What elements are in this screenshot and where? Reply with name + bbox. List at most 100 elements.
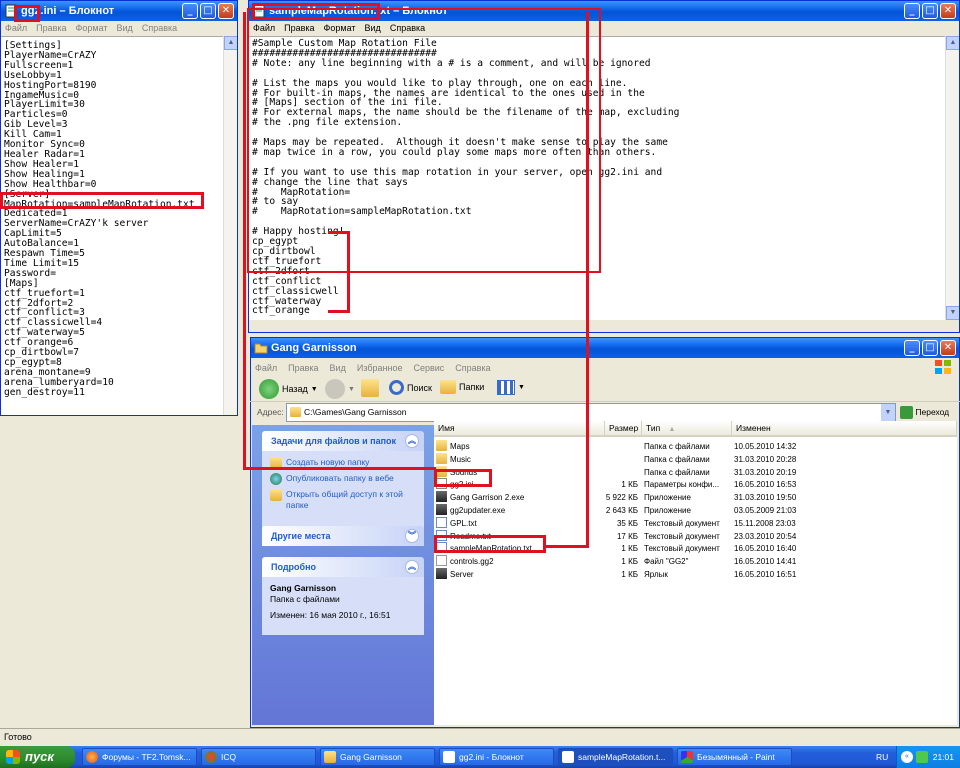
column-size[interactable]: Размер	[605, 421, 642, 437]
tray-network-icon[interactable]	[916, 751, 928, 763]
notepad-gg2-text-area[interactable]: [Settings] PlayerName=CrAZY Fullscreen=1 Us…	[1, 36, 223, 415]
views-button[interactable]: ▼	[497, 380, 525, 395]
file-row[interactable]: Maps Папка с файлами 10.05.2010 14:32	[434, 440, 957, 453]
explorer-titlebar[interactable]: Gang Garnisson _ □ ✕	[251, 338, 959, 358]
file-date: 16.05.2010 14:41	[734, 557, 797, 567]
menu-tools[interactable]: Сервис	[413, 360, 444, 376]
search-button[interactable]: Поиск	[389, 380, 432, 395]
file-name: gg2updater.exe	[450, 506, 506, 515]
menu-file[interactable]: Файл	[253, 21, 275, 35]
task-publish-web[interactable]: Опубликовать папку в вебе	[270, 473, 416, 485]
notepad-gg2-titlebar[interactable]: gg2.ini – Блокнот _ □ ✕	[1, 1, 237, 21]
expand-chevron-icon[interactable]: ︾	[405, 529, 419, 543]
close-button[interactable]: ✕	[940, 3, 956, 19]
file-list[interactable]: Имя Размер Тип ▲ Изменен Maps Папка с фай…	[434, 421, 957, 725]
menu-help[interactable]: Справка	[390, 21, 425, 35]
menu-favorites[interactable]: Избранное	[357, 360, 403, 376]
details-panel-header[interactable]: Подробно ︽	[262, 557, 424, 577]
folder-icon	[324, 751, 336, 763]
file-date: 31.03.2010 20:28	[734, 454, 797, 464]
folders-button[interactable]: Папки	[440, 380, 484, 394]
menu-file[interactable]: Файл	[5, 21, 27, 35]
menu-help[interactable]: Справка	[142, 21, 177, 35]
minimize-button[interactable]: _	[904, 3, 920, 19]
file-row[interactable]: GPL.txt 35 КБ Текстовый документ 15.11.2008…	[434, 516, 957, 530]
menu-edit[interactable]: Правка	[284, 21, 314, 35]
menu-help[interactable]: Справка	[455, 360, 490, 376]
text-line: [Server]	[4, 188, 51, 200]
scroll-up-arrow-icon[interactable]: ▲	[224, 36, 237, 50]
menu-format[interactable]: Формат	[324, 21, 356, 35]
file-size: 17 КБ	[616, 531, 638, 541]
file-date: 16.05.2010 16:51	[734, 570, 797, 579]
taskbar-item-icq[interactable]: ICQ	[201, 748, 316, 766]
notepad-rotation-text-area[interactable]: #Sample Custom Map Rotation File ########…	[249, 36, 945, 320]
file-date: 23.03.2010 20:54	[734, 531, 797, 541]
notepad-rotation-scrollbar[interactable]: ▲ ▼	[945, 36, 959, 320]
file-row[interactable]: gg2.ini 1 КБ Параметры конфи... 16.05.2010 …	[434, 478, 957, 491]
file-date: 16.05.2010 16:40	[734, 544, 797, 554]
start-button[interactable]: пуск	[0, 746, 75, 768]
views-icon	[497, 380, 515, 395]
maximize-button[interactable]: □	[922, 340, 938, 356]
file-row[interactable]: gg2updater.exe 2 643 КБ Приложение 03.05.20…	[434, 504, 957, 517]
menu-view[interactable]: Вид	[117, 21, 133, 35]
file-row[interactable]: controls.gg2 1 КБ Файл "GG2" 16.05.2010 14:…	[434, 555, 957, 568]
taskbar-item-firefox[interactable]: Форумы - TF2.Tomsk...	[82, 748, 197, 766]
taskbar-item-notepad-rotation[interactable]: sampleMapRotation.t...	[558, 748, 673, 766]
file-row[interactable]: Sounds Папка с файлами 31.03.2010 20:19	[434, 465, 957, 479]
task-share-folder[interactable]: Открыть общий доступ к этой папке	[270, 489, 416, 511]
notepad-gg2-window: gg2.ini – Блокнот _ □ ✕ Файл Правка Форм…	[0, 0, 238, 416]
menu-edit[interactable]: Правка	[36, 21, 66, 35]
txt-file-icon	[436, 529, 447, 541]
file-row[interactable]: Music Папка с файлами 31.03.2010 20:28	[434, 452, 957, 466]
close-button[interactable]: ✕	[218, 3, 234, 19]
taskbar-item-explorer[interactable]: Gang Garnisson	[320, 748, 435, 766]
file-row[interactable]: sampleMapRotation.txt 1 КБ Текстовый докум…	[434, 542, 957, 555]
text-line: ctf_truefort	[252, 255, 322, 267]
menu-view[interactable]: Вид	[330, 360, 346, 376]
up-folder-button[interactable]	[361, 379, 379, 397]
taskbar: пуск Форумы - TF2.Tomsk... ICQ Gang Garn…	[0, 746, 960, 768]
taskbar-item-paint[interactable]: Безымянный - Paint	[677, 748, 792, 766]
tray-arrow-icon[interactable]: «	[901, 751, 913, 763]
text-line: ctf_conflict	[252, 275, 322, 287]
address-field[interactable]: C:\Games\Gang Garnisson ▼	[286, 403, 896, 422]
minimize-button[interactable]: _	[182, 3, 198, 19]
column-modified[interactable]: Изменен	[732, 421, 957, 437]
scroll-up-arrow-icon[interactable]: ▲	[946, 36, 959, 50]
maximize-button[interactable]: □	[922, 3, 938, 19]
clock[interactable]: 21:01	[933, 752, 954, 762]
collapse-chevron-icon[interactable]: ︽	[405, 560, 419, 574]
address-dropdown-icon[interactable]: ▼	[881, 404, 895, 421]
menu-edit[interactable]: Правка	[288, 360, 318, 376]
file-row[interactable]: Readme.txt 17 КБ Текстовый документ 23.03.2…	[434, 529, 957, 543]
file-row[interactable]: Server 1 КБ Ярлык 16.05.2010 16:51	[434, 568, 957, 581]
taskbar-item-notepad-gg2[interactable]: gg2.ini - Блокнот	[439, 748, 554, 766]
tasks-panel-header[interactable]: Задачи для файлов и папок ︽	[262, 431, 424, 451]
file-size: 1 КБ	[621, 480, 638, 490]
notepad-gg2-scrollbar[interactable]: ▲	[223, 36, 237, 415]
other-places-title: Другие места	[271, 531, 331, 541]
go-button[interactable]: Переход	[900, 403, 956, 422]
collapse-chevron-icon[interactable]: ︽	[405, 434, 419, 448]
other-places-header[interactable]: Другие места ︾	[262, 526, 424, 546]
column-name[interactable]: Имя	[434, 421, 605, 437]
up-folder-icon	[361, 379, 379, 397]
close-button[interactable]: ✕	[940, 340, 956, 356]
details-panel: Подробно ︽ Gang Garnisson Папка с файлам…	[262, 557, 424, 635]
scroll-down-arrow-icon[interactable]: ▼	[946, 306, 959, 320]
minimize-button[interactable]: _	[904, 340, 920, 356]
file-name: gg2.ini	[450, 480, 474, 490]
task-new-folder[interactable]: Создать новую папку	[270, 457, 416, 469]
forward-button[interactable]: ▼	[325, 379, 355, 399]
menu-file[interactable]: Файл	[255, 360, 277, 376]
notepad-rotation-titlebar[interactable]: sampleMapRotation.txt – Блокнот _ □ ✕	[249, 1, 959, 21]
language-indicator[interactable]: RU	[876, 746, 888, 768]
file-row[interactable]: Gang Garrison 2.exe 5 922 КБ Приложение 31.…	[434, 491, 957, 504]
menu-view[interactable]: Вид	[365, 21, 381, 35]
column-type[interactable]: Тип ▲	[642, 421, 732, 437]
maximize-button[interactable]: □	[200, 3, 216, 19]
menu-format[interactable]: Формат	[76, 21, 108, 35]
back-button[interactable]: Назад ▼	[259, 379, 318, 399]
